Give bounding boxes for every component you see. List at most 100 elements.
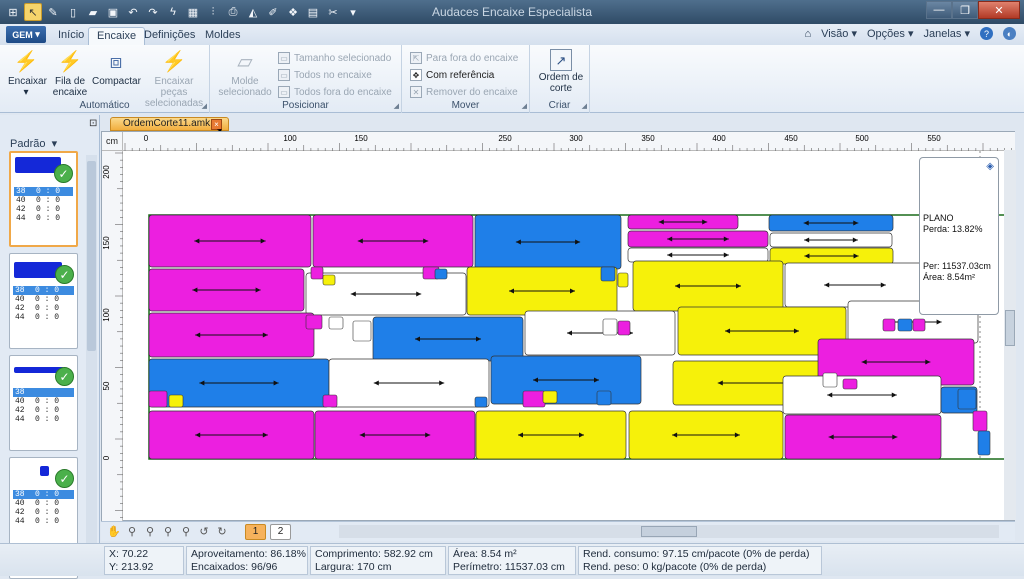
- size-row[interactable]: 44 0 : 0: [13, 313, 74, 322]
- size-row[interactable]: 42 0 : 0: [14, 205, 73, 214]
- small-pattern-piece[interactable]: [957, 388, 977, 410]
- home-icon[interactable]: ⌂: [804, 28, 811, 40]
- tab-definicoes[interactable]: Definições: [136, 27, 203, 45]
- pin-info-icon[interactable]: ◈: [986, 161, 994, 172]
- cut-order-icon: ↗: [550, 49, 572, 71]
- todos-fora-label: Todos fora do encaixe: [294, 86, 392, 98]
- pattern-card[interactable]: ✓ 38 0 : 0 40 0 : 0 42 0 : 0 44 0 : 0: [9, 253, 78, 349]
- small-pattern-piece[interactable]: [168, 394, 184, 408]
- close-button[interactable]: ✕: [978, 1, 1020, 19]
- minimize-button[interactable]: —: [926, 1, 952, 19]
- zoom-icon[interactable]: ⚲: [125, 525, 139, 539]
- small-pattern-piece[interactable]: [842, 378, 858, 390]
- size-row[interactable]: 44 0 : 0: [14, 214, 73, 223]
- expand-icon[interactable]: ◢: [202, 102, 207, 110]
- small-pattern-piece[interactable]: [977, 430, 991, 456]
- ordem-corte-button[interactable]: ↗ Ordem de corte: [536, 49, 586, 94]
- small-pattern-piece[interactable]: [305, 314, 323, 330]
- zoom-out-icon[interactable]: ⚲: [179, 525, 193, 539]
- marker-canvas[interactable]: cm 0 100 150 250 300 350 400 450 500 550…: [101, 131, 1015, 521]
- horizontal-scroll-thumb[interactable]: [641, 526, 697, 537]
- small-pattern-piece[interactable]: [148, 390, 168, 408]
- marker-svg[interactable]: [123, 151, 1015, 521]
- small-pattern-piece[interactable]: [596, 390, 612, 406]
- size-row[interactable]: 38: [13, 388, 74, 397]
- visao-menu[interactable]: Visão ▾: [821, 27, 857, 40]
- tab-inicio[interactable]: Início: [50, 27, 92, 45]
- pattern-card[interactable]: ✓ 38 40 0 : 0 42 0 : 0 44 0 : 0: [9, 355, 78, 451]
- small-pattern-piece[interactable]: [617, 320, 631, 336]
- remover-button[interactable]: ✕ Remover do encaixe: [410, 84, 518, 100]
- panel-scrollbar[interactable]: [86, 155, 97, 575]
- com-referencia-button[interactable]: ✥ Com referência: [410, 67, 494, 83]
- todos-no-label: Todos no encaixe: [294, 69, 372, 81]
- size-row[interactable]: 42 0 : 0: [13, 508, 74, 517]
- page-1-button[interactable]: 1: [245, 524, 266, 540]
- panel-scroll-thumb[interactable]: [87, 161, 96, 351]
- size-row[interactable]: 42 0 : 0: [13, 406, 74, 415]
- opcoes-menu[interactable]: Opções ▾: [867, 27, 914, 40]
- help-icon[interactable]: ?: [980, 27, 993, 40]
- todos-fora-button[interactable]: ▭ Todos fora do encaixe: [278, 84, 392, 100]
- expand-icon[interactable]: ◢: [582, 102, 587, 110]
- size-row[interactable]: 38 0 : 0: [14, 187, 73, 196]
- small-pattern-piece[interactable]: [322, 274, 336, 286]
- small-pattern-piece[interactable]: [600, 266, 616, 282]
- size-row[interactable]: 38 0 : 0: [13, 286, 74, 295]
- rotate-left-icon[interactable]: ↺: [197, 525, 211, 539]
- page-2-button[interactable]: 2: [270, 524, 291, 540]
- expand-icon[interactable]: ◢: [522, 102, 527, 110]
- small-pattern-piece[interactable]: [474, 396, 488, 408]
- size-row[interactable]: 40 0 : 0: [13, 397, 74, 406]
- horizontal-scrollbar[interactable]: [339, 525, 999, 538]
- tamanho-selecionado-button[interactable]: ▭ Tamanho selecionado: [278, 50, 391, 66]
- small-pattern-piece[interactable]: [434, 268, 448, 280]
- small-pattern-piece[interactable]: [617, 272, 629, 288]
- restore-button[interactable]: ❐: [952, 1, 978, 19]
- hand-icon[interactable]: ✋: [107, 525, 121, 539]
- small-pattern-piece[interactable]: [522, 390, 546, 408]
- size-row[interactable]: 44 0 : 0: [13, 517, 74, 526]
- size-row[interactable]: 40 0 : 0: [13, 295, 74, 304]
- vertical-scroll-thumb[interactable]: [1005, 310, 1015, 346]
- pattern-card[interactable]: ✓ 38 0 : 0 40 0 : 0 42 0 : 0 44 0 : 0: [9, 151, 78, 247]
- ruler-top-label: 500: [855, 134, 869, 143]
- todos-no-encaixe-button[interactable]: ▭ Todos no encaixe: [278, 67, 372, 83]
- panel-header[interactable]: Padrão ▾: [10, 137, 57, 150]
- small-pattern-piece[interactable]: [602, 318, 618, 336]
- size-row[interactable]: 40 0 : 0: [14, 196, 73, 205]
- small-pattern-piece[interactable]: [352, 320, 372, 342]
- small-pattern-piece[interactable]: [322, 394, 338, 408]
- vertical-scrollbar[interactable]: [1004, 150, 1016, 520]
- molde-selecionado-button[interactable]: ▱ Molde selecionado: [218, 49, 272, 99]
- small-pattern-piece[interactable]: [972, 410, 988, 432]
- check-icon: ✓: [54, 164, 73, 183]
- small-pattern-piece[interactable]: [882, 318, 896, 332]
- tab-moldes[interactable]: Moldes: [197, 27, 248, 45]
- size-row[interactable]: 42 0 : 0: [13, 304, 74, 313]
- info-icon[interactable]: ◐: [1003, 27, 1016, 40]
- encaixar-button[interactable]: ⚡ Encaixar ▾: [8, 49, 47, 99]
- app-menu-button[interactable]: GEM ▾: [6, 26, 46, 43]
- ruler-left-label: 150: [102, 236, 111, 250]
- size-row[interactable]: 44 0 : 0: [13, 415, 74, 424]
- size-row[interactable]: 40 0 : 0: [13, 499, 74, 508]
- small-pattern-piece[interactable]: [897, 318, 913, 332]
- small-pattern-piece[interactable]: [912, 318, 926, 332]
- zoom-in-icon[interactable]: ⚲: [161, 525, 175, 539]
- small-pattern-piece[interactable]: [542, 390, 558, 404]
- zoom-window-icon[interactable]: ⚲: [143, 525, 157, 539]
- small-pattern-piece[interactable]: [328, 316, 344, 330]
- rotate-right-icon[interactable]: ↻: [215, 525, 229, 539]
- pin-icon[interactable]: ⊡: [89, 118, 97, 129]
- status-area-value: Área: 8.54 m²: [453, 548, 517, 560]
- small-pattern-piece[interactable]: [310, 266, 324, 280]
- janelas-menu[interactable]: Janelas ▾: [924, 27, 971, 40]
- small-pattern-piece[interactable]: [822, 372, 838, 388]
- compactar-button[interactable]: ⧈ Compactar: [92, 49, 141, 88]
- para-fora-button[interactable]: ⇱ Para fora do encaixe: [410, 50, 518, 66]
- size-row[interactable]: 38 0 : 0: [13, 490, 74, 499]
- pattern-card[interactable]: ✓ 38 0 : 0 40 0 : 0 42 0 : 0 44 0 : 0: [9, 457, 78, 553]
- expand-icon[interactable]: ◢: [394, 102, 399, 110]
- fila-encaixe-button[interactable]: ⚡ Fila de encaixe: [50, 49, 90, 99]
